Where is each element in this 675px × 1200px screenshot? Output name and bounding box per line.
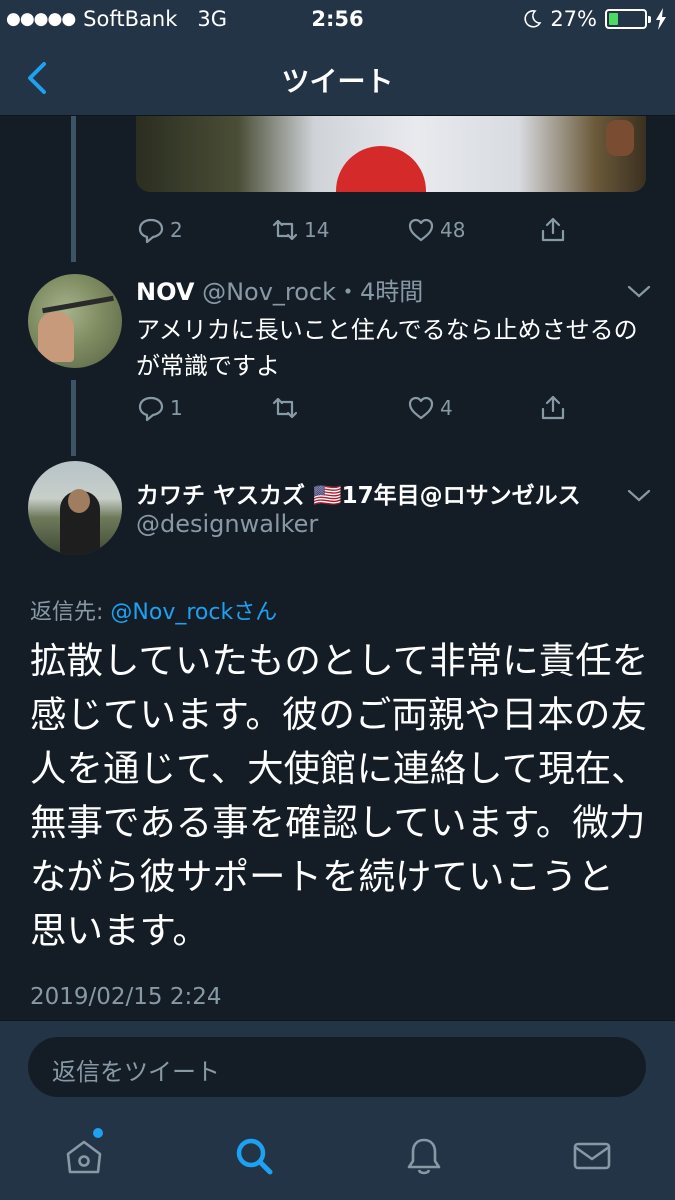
- battery-percent: 27%: [550, 7, 597, 31]
- avatar-shape: [68, 489, 90, 513]
- flag-sun-shape: [336, 146, 426, 192]
- user-display-name[interactable]: カワチ ヤスカズ 🇺🇸17年目@ロサンゼルス: [136, 483, 581, 509]
- reply-icon: [138, 396, 164, 422]
- battery-icon: [605, 9, 651, 29]
- reply-tweet-header: NOV @Nov_rock・4時間: [136, 272, 423, 307]
- battery-fill: [609, 13, 619, 25]
- page-title: ツイート: [281, 65, 394, 98]
- like-button[interactable]: 4: [406, 393, 453, 423]
- retweet-icon: [272, 219, 298, 241]
- do-not-disturb-moon-icon: [524, 10, 542, 28]
- messages-icon: [573, 1142, 611, 1170]
- hand-shape: [606, 120, 634, 156]
- heart-icon: [408, 396, 434, 420]
- reply-icon: [138, 218, 164, 244]
- notifications-icon: [407, 1138, 441, 1175]
- retweet-button[interactable]: [270, 393, 304, 423]
- retweet-button[interactable]: 14: [270, 215, 329, 245]
- reply-count: 1: [170, 396, 183, 420]
- chevron-down-icon: [627, 285, 651, 298]
- parent-tweet-actions: 2 14 48: [136, 210, 606, 250]
- notification-dot: [93, 1128, 103, 1138]
- charging-bolt-icon: [656, 8, 666, 30]
- status-right: 27%: [522, 7, 667, 31]
- avatar-shape: [42, 295, 114, 314]
- tweet-media-image[interactable]: [136, 116, 646, 192]
- avatar[interactable]: [28, 461, 122, 555]
- avatar[interactable]: [28, 274, 122, 368]
- like-button[interactable]: 48: [406, 215, 465, 245]
- tweet-timestamp: 2019/02/15 2:24: [30, 984, 222, 1010]
- search-icon: [236, 1138, 273, 1175]
- tab-messages[interactable]: [570, 1134, 614, 1178]
- tab-bar: [0, 1112, 675, 1200]
- reply-tweet-text: アメリカに長いこと住んでるなら止めさせるのが常識ですよ: [136, 316, 638, 380]
- share-button[interactable]: [538, 393, 568, 423]
- replying-to-label: 返信先:: [30, 600, 111, 625]
- reply-bar: 返信をツイート: [0, 1020, 675, 1112]
- replying-to: 返信先: @Nov_rockさん: [30, 594, 277, 626]
- share-icon: [541, 217, 565, 242]
- share-icon: [541, 395, 565, 420]
- tab-notifications[interactable]: [402, 1134, 446, 1178]
- tweet-options-button[interactable]: [626, 282, 652, 302]
- mention-link[interactable]: @Nov_rockさん: [110, 600, 277, 625]
- thread-line: [71, 380, 76, 456]
- tweet-thread: 2 14 48 NOV @Nov_rock・4時間 アメリカに長いこと住んでるな…: [0, 116, 675, 1020]
- user-handle-time: @Nov_rock・4時間: [202, 278, 424, 306]
- main-tweet-handle: @designwalker: [136, 510, 318, 538]
- like-count: 4: [440, 396, 453, 420]
- reply-tweet-actions: 1 4: [136, 388, 606, 428]
- reply-button[interactable]: 1: [136, 393, 183, 423]
- nav-bar: ツイート: [0, 40, 675, 116]
- heart-icon: [408, 218, 434, 242]
- chevron-down-icon: [627, 489, 651, 502]
- like-count: 48: [440, 218, 466, 242]
- user-handle[interactable]: @designwalker: [136, 510, 318, 538]
- home-icon: [66, 1140, 102, 1174]
- thread-line: [71, 116, 76, 262]
- tweet-options-button[interactable]: [626, 486, 652, 506]
- status-bar: ●●●●● SoftBank 3G 2:56 27%: [0, 0, 675, 40]
- reply-button[interactable]: 2: [136, 215, 183, 245]
- reply-input[interactable]: 返信をツイート: [28, 1037, 646, 1097]
- avatar-shape: [38, 312, 74, 362]
- tab-search[interactable]: [232, 1134, 276, 1178]
- retweet-count: 14: [304, 218, 330, 242]
- user-display-name[interactable]: NOV: [136, 278, 194, 306]
- reply-count: 2: [170, 218, 183, 242]
- share-button[interactable]: [538, 215, 568, 245]
- retweet-icon: [272, 397, 298, 419]
- main-tweet-text: 拡散していたものとして非常に責任を感じています。彼のご両親や日本の友人を通じて、…: [30, 639, 649, 952]
- tab-home[interactable]: [62, 1134, 106, 1178]
- main-tweet-author: カワチ ヤスカズ 🇺🇸17年目@ロサンゼルス: [136, 476, 581, 510]
